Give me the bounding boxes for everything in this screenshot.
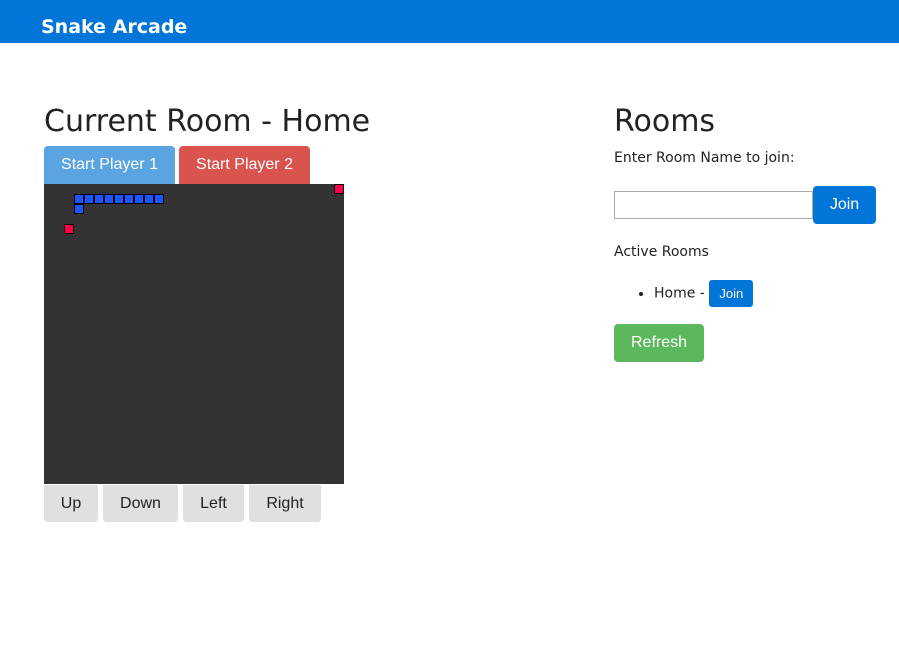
start-player-1-button[interactable]: Start Player 1 [44,146,175,184]
snake-segment [144,194,154,204]
join-row: Join [614,186,876,224]
refresh-button[interactable]: Refresh [614,324,704,362]
direction-controls: Up Down Left Right [44,485,326,522]
game-board[interactable] [44,184,344,484]
snake-segment [94,194,104,204]
navbar: Snake Arcade [0,0,899,43]
game-board-canvas [64,184,344,234]
room-separator: - [695,285,710,302]
snake-segment [154,194,164,204]
left-button[interactable]: Left [183,485,244,522]
room-name-input[interactable] [614,191,813,219]
room-name: Home [654,285,696,302]
snake-segment [134,194,144,204]
snake-segment [74,204,84,214]
player-buttons: Start Player 1 Start Player 2 [44,146,344,184]
brand-title[interactable]: Snake Arcade [41,16,187,38]
snake-segment [114,194,124,204]
list-item: Home - Join [654,280,754,308]
current-room-title: Current Room - Home [44,104,371,139]
join-prompt: Enter Room Name to join: [614,150,795,166]
food-item [64,224,74,234]
game-panel: Current Room - Home Start Player 1 Start… [44,103,371,522]
down-button[interactable]: Down [103,485,178,522]
rooms-panel: Rooms Enter Room Name to join: Join Acti… [614,103,894,362]
food-item [334,184,344,194]
snake-segment [84,194,94,204]
join-room-home-button[interactable]: Join [709,280,754,307]
active-rooms-label: Active Rooms [614,244,709,260]
snake-segment [124,194,134,204]
rooms-title: Rooms [614,104,716,139]
join-button[interactable]: Join [813,186,876,224]
active-rooms-list: Home - Join [614,280,754,308]
up-button[interactable]: Up [44,485,98,522]
start-player-2-button[interactable]: Start Player 2 [179,146,310,184]
snake-segment [104,194,114,204]
right-button[interactable]: Right [249,485,321,522]
snake-segment [74,194,84,204]
